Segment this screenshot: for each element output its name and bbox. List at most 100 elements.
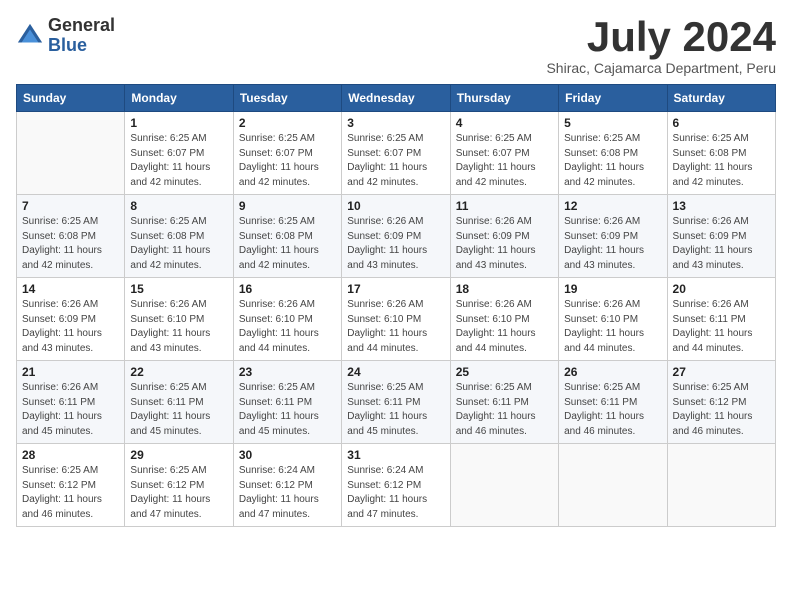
day-number: 6 bbox=[673, 116, 770, 130]
calendar-cell: 6 Sunrise: 6:25 AM Sunset: 6:08 PM Daylig… bbox=[667, 112, 775, 195]
calendar-cell: 17Sunrise: 6:26 AM Sunset: 6:10 PM Dayli… bbox=[342, 278, 450, 361]
calendar-cell: 22Sunrise: 6:25 AM Sunset: 6:11 PM Dayli… bbox=[125, 361, 233, 444]
day-number: 13 bbox=[673, 199, 770, 213]
calendar-cell: 4 Sunrise: 6:25 AM Sunset: 6:07 PM Daylig… bbox=[450, 112, 558, 195]
days-header-row: SundayMondayTuesdayWednesdayThursdayFrid… bbox=[17, 85, 776, 112]
logo-text: General Blue bbox=[48, 16, 115, 56]
day-info: Sunrise: 6:25 AM Sunset: 6:12 PM Dayligh… bbox=[22, 464, 119, 522]
calendar-cell: 25Sunrise: 6:25 AM Sunset: 6:11 PM Dayli… bbox=[450, 361, 558, 444]
calendar-cell: 2 Sunrise: 6:25 AM Sunset: 6:07 PM Daylig… bbox=[233, 112, 341, 195]
day-header-wednesday: Wednesday bbox=[342, 85, 450, 112]
logo: General Blue bbox=[16, 16, 115, 56]
calendar-week-3: 14 Sunrise: 6:26 AM Sunset: 6:09 PM Dayli… bbox=[17, 278, 776, 361]
day-number: 8 bbox=[130, 199, 227, 213]
day-info: Sunrise: 6:26 AM Sunset: 6:11 PM Dayligh… bbox=[22, 381, 119, 439]
day-info: Sunrise: 6:25 AM Sunset: 6:07 PM Dayligh… bbox=[239, 132, 336, 190]
day-number: 25 bbox=[456, 365, 553, 379]
day-number: 19 bbox=[564, 282, 661, 296]
day-info: Sunrise: 6:25 AM Sunset: 6:11 PM Dayligh… bbox=[130, 381, 227, 439]
day-info: Sunrise: 6:25 AM Sunset: 6:07 PM Dayligh… bbox=[456, 132, 553, 190]
page-header: General Blue July 2024 Shirac, Cajamarca… bbox=[16, 16, 776, 76]
day-header-sunday: Sunday bbox=[17, 85, 125, 112]
day-number: 20 bbox=[673, 282, 770, 296]
day-info: Sunrise: 6:26 AM Sunset: 6:09 PM Dayligh… bbox=[22, 298, 119, 356]
day-number: 7 bbox=[22, 199, 119, 213]
location-subtitle: Shirac, Cajamarca Department, Peru bbox=[546, 60, 776, 76]
calendar-cell: 13 Sunrise: 6:26 AM Sunset: 6:09 PM Dayli… bbox=[667, 195, 775, 278]
calendar-cell: 23 Sunrise: 6:25 AM Sunset: 6:11 PM Dayli… bbox=[233, 361, 341, 444]
day-number: 14 bbox=[22, 282, 119, 296]
day-info: Sunrise: 6:26 AM Sunset: 6:09 PM Dayligh… bbox=[347, 215, 444, 273]
day-number: 5 bbox=[564, 116, 661, 130]
day-number: 29 bbox=[130, 448, 227, 462]
day-number: 1 bbox=[130, 116, 227, 130]
day-number: 10 bbox=[347, 199, 444, 213]
day-number: 26 bbox=[564, 365, 661, 379]
calendar-week-4: 21 Sunrise: 6:26 AM Sunset: 6:11 PM Dayli… bbox=[17, 361, 776, 444]
title-block: July 2024 Shirac, Cajamarca Department, … bbox=[546, 16, 776, 76]
calendar-cell: 24Sunrise: 6:25 AM Sunset: 6:11 PM Dayli… bbox=[342, 361, 450, 444]
day-info: Sunrise: 6:25 AM Sunset: 6:11 PM Dayligh… bbox=[239, 381, 336, 439]
day-info: Sunrise: 6:26 AM Sunset: 6:09 PM Dayligh… bbox=[673, 215, 770, 273]
day-info: Sunrise: 6:25 AM Sunset: 6:11 PM Dayligh… bbox=[347, 381, 444, 439]
day-info: Sunrise: 6:25 AM Sunset: 6:08 PM Dayligh… bbox=[22, 215, 119, 273]
calendar-cell: 27 Sunrise: 6:25 AM Sunset: 6:12 PM Dayli… bbox=[667, 361, 775, 444]
day-info: Sunrise: 6:25 AM Sunset: 6:08 PM Dayligh… bbox=[239, 215, 336, 273]
logo-blue-text: Blue bbox=[48, 35, 87, 55]
day-number: 12 bbox=[564, 199, 661, 213]
day-number: 15 bbox=[130, 282, 227, 296]
day-number: 16 bbox=[239, 282, 336, 296]
calendar-cell: 28 Sunrise: 6:25 AM Sunset: 6:12 PM Dayli… bbox=[17, 444, 125, 527]
calendar-cell bbox=[667, 444, 775, 527]
calendar-cell: 10 Sunrise: 6:26 AM Sunset: 6:09 PM Dayli… bbox=[342, 195, 450, 278]
calendar-cell: 3Sunrise: 6:25 AM Sunset: 6:07 PM Daylig… bbox=[342, 112, 450, 195]
day-info: Sunrise: 6:25 AM Sunset: 6:08 PM Dayligh… bbox=[564, 132, 661, 190]
day-info: Sunrise: 6:25 AM Sunset: 6:12 PM Dayligh… bbox=[673, 381, 770, 439]
calendar-cell: 15Sunrise: 6:26 AM Sunset: 6:10 PM Dayli… bbox=[125, 278, 233, 361]
day-info: Sunrise: 6:24 AM Sunset: 6:12 PM Dayligh… bbox=[347, 464, 444, 522]
calendar-cell bbox=[17, 112, 125, 195]
calendar-cell: 11Sunrise: 6:26 AM Sunset: 6:09 PM Dayli… bbox=[450, 195, 558, 278]
calendar-cell: 7 Sunrise: 6:25 AM Sunset: 6:08 PM Daylig… bbox=[17, 195, 125, 278]
calendar-week-5: 28 Sunrise: 6:25 AM Sunset: 6:12 PM Dayli… bbox=[17, 444, 776, 527]
day-info: Sunrise: 6:26 AM Sunset: 6:10 PM Dayligh… bbox=[564, 298, 661, 356]
day-number: 31 bbox=[347, 448, 444, 462]
day-info: Sunrise: 6:25 AM Sunset: 6:07 PM Dayligh… bbox=[347, 132, 444, 190]
day-number: 23 bbox=[239, 365, 336, 379]
calendar-cell: 9 Sunrise: 6:25 AM Sunset: 6:08 PM Daylig… bbox=[233, 195, 341, 278]
calendar-cell: 8Sunrise: 6:25 AM Sunset: 6:08 PM Daylig… bbox=[125, 195, 233, 278]
day-number: 17 bbox=[347, 282, 444, 296]
calendar-cell: 5 Sunrise: 6:25 AM Sunset: 6:08 PM Daylig… bbox=[559, 112, 667, 195]
day-info: Sunrise: 6:24 AM Sunset: 6:12 PM Dayligh… bbox=[239, 464, 336, 522]
day-info: Sunrise: 6:25 AM Sunset: 6:08 PM Dayligh… bbox=[673, 132, 770, 190]
calendar-cell bbox=[450, 444, 558, 527]
day-header-monday: Monday bbox=[125, 85, 233, 112]
calendar-cell: 16Sunrise: 6:26 AM Sunset: 6:10 PM Dayli… bbox=[233, 278, 341, 361]
day-header-tuesday: Tuesday bbox=[233, 85, 341, 112]
day-header-saturday: Saturday bbox=[667, 85, 775, 112]
day-header-thursday: Thursday bbox=[450, 85, 558, 112]
calendar-cell bbox=[559, 444, 667, 527]
calendar-cell: 14 Sunrise: 6:26 AM Sunset: 6:09 PM Dayli… bbox=[17, 278, 125, 361]
day-number: 18 bbox=[456, 282, 553, 296]
day-info: Sunrise: 6:26 AM Sunset: 6:09 PM Dayligh… bbox=[564, 215, 661, 273]
day-number: 21 bbox=[22, 365, 119, 379]
calendar-cell: 26Sunrise: 6:25 AM Sunset: 6:11 PM Dayli… bbox=[559, 361, 667, 444]
day-number: 2 bbox=[239, 116, 336, 130]
calendar-cell: 20Sunrise: 6:26 AM Sunset: 6:11 PM Dayli… bbox=[667, 278, 775, 361]
calendar-table: SundayMondayTuesdayWednesdayThursdayFrid… bbox=[16, 84, 776, 527]
day-number: 9 bbox=[239, 199, 336, 213]
calendar-cell: 1 Sunrise: 6:25 AM Sunset: 6:07 PM Daylig… bbox=[125, 112, 233, 195]
day-info: Sunrise: 6:25 AM Sunset: 6:07 PM Dayligh… bbox=[130, 132, 227, 190]
day-info: Sunrise: 6:26 AM Sunset: 6:10 PM Dayligh… bbox=[456, 298, 553, 356]
day-number: 4 bbox=[456, 116, 553, 130]
day-number: 30 bbox=[239, 448, 336, 462]
day-info: Sunrise: 6:25 AM Sunset: 6:12 PM Dayligh… bbox=[130, 464, 227, 522]
day-number: 27 bbox=[673, 365, 770, 379]
calendar-cell: 31 Sunrise: 6:24 AM Sunset: 6:12 PM Dayli… bbox=[342, 444, 450, 527]
calendar-cell: 18 Sunrise: 6:26 AM Sunset: 6:10 PM Dayli… bbox=[450, 278, 558, 361]
day-number: 28 bbox=[22, 448, 119, 462]
month-title: July 2024 bbox=[546, 16, 776, 58]
logo-icon bbox=[16, 22, 44, 50]
day-info: Sunrise: 6:26 AM Sunset: 6:09 PM Dayligh… bbox=[456, 215, 553, 273]
